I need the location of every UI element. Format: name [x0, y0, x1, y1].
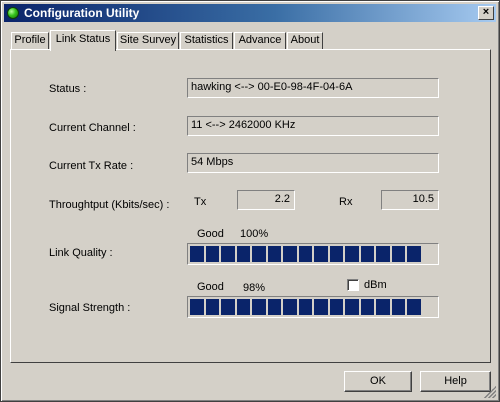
tab-advance[interactable]: Advance — [234, 32, 286, 49]
tab-link-status[interactable]: Link Status — [50, 30, 116, 51]
resize-grip[interactable] — [484, 386, 496, 398]
current-tx-rate-field: 54 Mbps — [187, 153, 439, 173]
tab-profile[interactable]: Profile — [11, 32, 49, 49]
status-field: hawking <--> 00-E0-98-4F-04-6A — [187, 78, 439, 98]
link-quality-percent: 100% — [240, 228, 269, 240]
status-label: Status : — [49, 83, 87, 95]
window-title: Configuration Utility — [24, 6, 140, 20]
title-bar[interactable]: Configuration Utility × — [4, 4, 496, 22]
signal-strength-segment — [283, 299, 297, 315]
tab-about[interactable]: About — [287, 32, 323, 49]
configuration-utility-window: Configuration Utility × Profile Link Sta… — [0, 0, 500, 402]
link-quality-segment — [221, 246, 235, 262]
link-quality-segment — [298, 246, 312, 262]
tab-statistics[interactable]: Statistics — [180, 32, 233, 49]
link-quality-segment — [360, 246, 374, 262]
tab-site-survey[interactable]: Site Survey — [117, 32, 179, 49]
signal-strength-segment — [298, 299, 312, 315]
signal-strength-segment — [252, 299, 266, 315]
link-quality-rating: Good — [197, 228, 224, 240]
signal-strength-rating: Good — [197, 281, 224, 293]
green-status-orb-icon — [7, 7, 19, 19]
signal-strength-segment — [345, 299, 359, 315]
help-button[interactable]: Help — [420, 371, 491, 392]
link-status-panel: Status : hawking <--> 00-E0-98-4F-04-6A … — [10, 49, 491, 363]
signal-strength-segment — [236, 299, 250, 315]
signal-strength-segment — [391, 299, 405, 315]
signal-strength-segment — [314, 299, 328, 315]
link-quality-segment — [205, 246, 219, 262]
signal-strength-segment — [360, 299, 374, 315]
signal-strength-segment — [190, 299, 204, 315]
signal-strength-segment — [376, 299, 390, 315]
dbm-label[interactable]: dBm — [364, 279, 387, 291]
signal-strength-percent: 98% — [243, 282, 266, 294]
signal-strength-segment — [407, 299, 421, 315]
link-quality-label: Link Quality : — [49, 247, 113, 259]
link-quality-segment — [236, 246, 250, 262]
link-quality-segment — [252, 246, 266, 262]
signal-strength-segment — [221, 299, 235, 315]
link-quality-segment — [283, 246, 297, 262]
link-quality-segment — [329, 246, 343, 262]
rx-throughput-field: 10.5 — [381, 190, 439, 210]
link-quality-bar — [187, 243, 439, 265]
tx-throughput-field: 2.2 — [237, 190, 295, 210]
link-quality-segment — [190, 246, 204, 262]
link-quality-segment — [267, 246, 281, 262]
link-quality-segment — [391, 246, 405, 262]
link-quality-segment — [376, 246, 390, 262]
dbm-checkbox[interactable] — [347, 279, 359, 291]
signal-strength-segment — [329, 299, 343, 315]
current-channel-label: Current Channel : — [49, 122, 136, 134]
signal-strength-label: Signal Strength : — [49, 302, 131, 314]
tx-label: Tx — [194, 196, 207, 208]
link-quality-segment — [407, 246, 421, 262]
ok-button[interactable]: OK — [344, 371, 412, 392]
link-quality-segment — [314, 246, 328, 262]
rx-label: Rx — [339, 196, 353, 208]
link-quality-segment — [345, 246, 359, 262]
current-channel-field: 11 <--> 2462000 KHz — [187, 116, 439, 136]
current-tx-rate-label: Current Tx Rate : — [49, 160, 134, 172]
signal-strength-segment — [205, 299, 219, 315]
signal-strength-segment — [267, 299, 281, 315]
signal-strength-bar — [187, 296, 439, 318]
close-button[interactable]: × — [478, 6, 494, 20]
throughput-label: Throughtput (Kbits/sec) : — [49, 199, 170, 211]
